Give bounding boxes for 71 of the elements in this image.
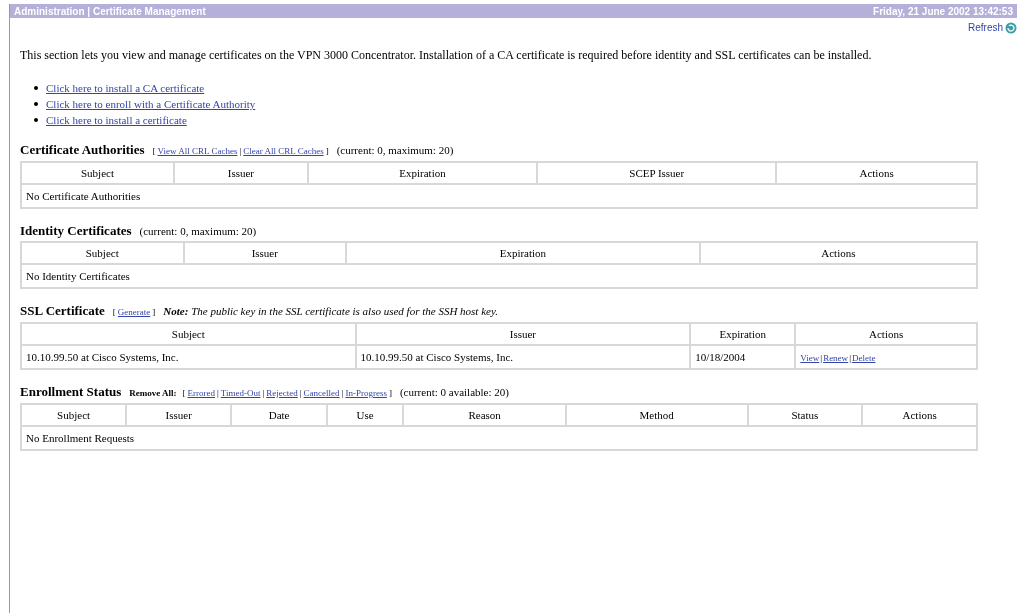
bracket: [	[182, 387, 186, 400]
section-title: Identity Certificates	[20, 223, 132, 239]
link-separator: |	[239, 145, 242, 158]
column-header: Subject	[21, 323, 356, 345]
empty-message: No Enrollment Requests	[21, 426, 977, 450]
install-link[interactable]: Click here to enroll with a Certificate Authority	[46, 96, 256, 112]
bracket: [	[152, 145, 156, 158]
date-time: Friday, 21 June 2002 13:42:53	[873, 4, 1013, 19]
section-count: (current: 0, maximum: 20)	[139, 224, 257, 239]
column-header: Issuer	[183, 242, 347, 264]
refresh-icon	[1005, 21, 1017, 34]
section-count: (current: 0 available: 20)	[399, 385, 509, 400]
column-header: Issuer	[126, 404, 232, 426]
intro-text: This section lets you view and manage certificates on the VPN 3000 Concentrator. Installation of a CA certificate is required before identity and SSL certificates can be installed.	[20, 47, 873, 64]
install-link[interactable]: Click here to install a CA certificate	[46, 80, 205, 96]
section-link[interactable]: Rejected	[266, 385, 298, 401]
column-header: Actions	[862, 404, 977, 426]
bracket: ]	[388, 387, 392, 400]
section-title: Enrollment Status	[20, 384, 122, 400]
bracket: ]	[325, 145, 329, 158]
column-header: Issuer	[355, 323, 691, 345]
empty-message: No Identity Certificates	[21, 264, 977, 288]
section-link[interactable]: Generate	[117, 304, 151, 320]
section-title: Certificate Authorities	[20, 142, 145, 158]
action-link[interactable]: View	[800, 351, 820, 366]
table-cell: 10.10.99.50 at Cisco Systems, Inc.	[21, 345, 356, 369]
section-note: Note: The public key in the SSL certificate is also used for the SSH host key.	[163, 304, 498, 319]
install-link[interactable]: Click here to install a certificate	[46, 112, 187, 128]
table-cell: 10/18/2004	[690, 345, 796, 369]
bullet-icon	[34, 86, 38, 90]
section-title: SSL Certificate	[20, 303, 105, 319]
link-separator: |	[820, 351, 823, 365]
section-link[interactable]: View All CRL Caches	[157, 143, 238, 159]
column-header: Reason	[403, 404, 566, 426]
page-title: Administration | Certificate Management	[14, 4, 206, 19]
bracket: [	[112, 306, 116, 319]
link-separator: |	[217, 387, 219, 400]
column-header: Expiration	[346, 242, 700, 264]
section-link[interactable]: In-Progress	[345, 385, 387, 401]
column-header: Date	[231, 404, 327, 426]
column-header: Subject	[21, 404, 127, 426]
column-header: Subject	[21, 242, 184, 264]
remove-all-label: Remove All:	[129, 387, 177, 400]
column-header: SCEP Issuer	[537, 162, 777, 184]
bullet-icon	[34, 118, 38, 122]
column-header: Actions	[776, 162, 977, 184]
column-header: Expiration	[690, 323, 796, 345]
link-separator: |	[262, 387, 265, 400]
column-header: Method	[565, 404, 748, 426]
empty-message: No Certificate Authorities	[21, 184, 977, 208]
refresh-link[interactable]: Refresh	[968, 20, 1017, 35]
section-link[interactable]: Cancelled	[303, 385, 340, 401]
action-link[interactable]: Renew	[823, 351, 849, 366]
action-link[interactable]: Delete	[851, 351, 876, 366]
column-header: Issuer	[173, 162, 308, 184]
section-link[interactable]: Clear All CRL Caches	[243, 143, 324, 159]
bracket: ]	[152, 306, 156, 319]
bullet-icon	[34, 102, 38, 106]
section-count: (current: 0, maximum: 20)	[336, 143, 454, 158]
column-header: Actions	[795, 323, 977, 345]
link-separator: |	[299, 387, 302, 400]
column-header: Status	[747, 404, 863, 426]
section-link[interactable]: Errored	[187, 385, 215, 401]
table-cell: 10.10.99.50 at Cisco Systems, Inc.	[355, 345, 691, 369]
link-separator: |	[849, 351, 851, 365]
section-link[interactable]: Timed-Out	[220, 385, 261, 401]
column-header: Actions	[699, 242, 977, 264]
column-header: Subject	[21, 162, 174, 184]
link-separator: |	[341, 387, 344, 400]
column-header: Expiration	[307, 162, 538, 184]
column-header: Use	[326, 404, 404, 426]
